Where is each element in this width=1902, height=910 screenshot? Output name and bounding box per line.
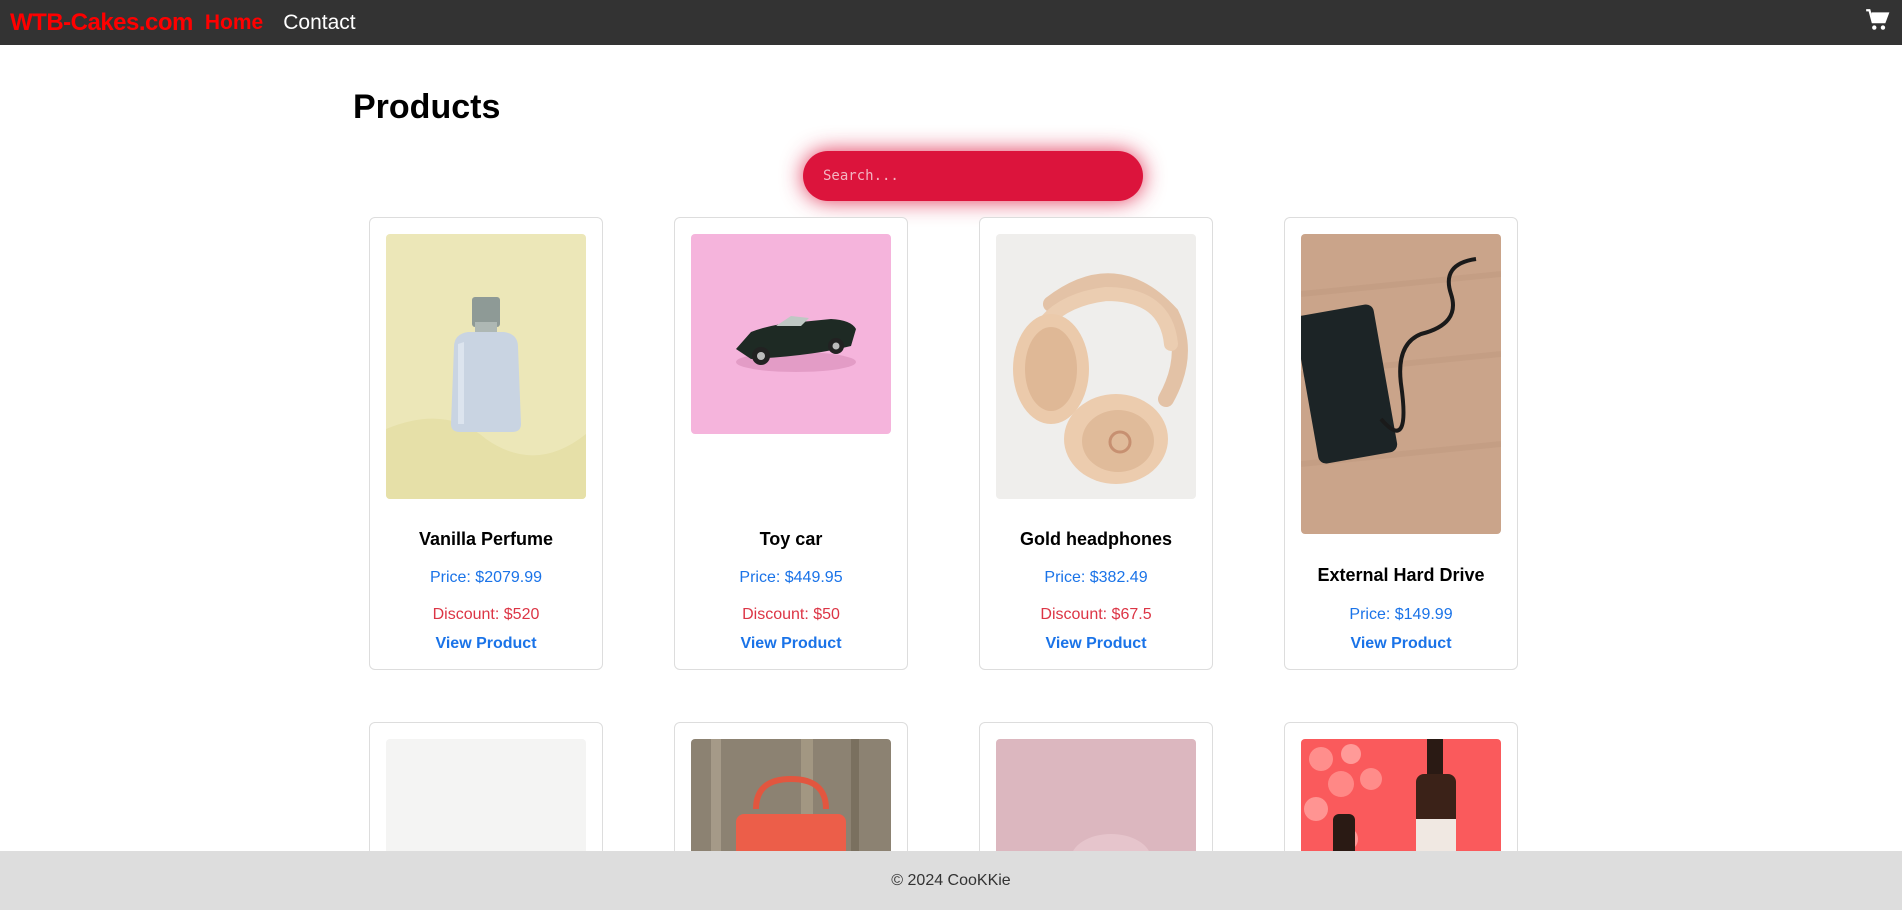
cart-icon[interactable]	[1864, 7, 1890, 33]
product-name: External Hard Drive	[1317, 565, 1485, 585]
product-card: Toy car Price: $449.95 Discount: $50 Vie…	[674, 217, 908, 670]
product-name: Gold headphones	[1019, 529, 1172, 549]
view-product-link[interactable]: View Product	[370, 635, 602, 653]
view-product-link[interactable]: View Product	[675, 635, 907, 653]
product-price: Price: $449.95	[739, 569, 843, 586]
brand-logo[interactable]: WTB-Cakes.com	[10, 9, 193, 37]
nav-link-contact[interactable]: Contact	[283, 11, 355, 35]
product-card: External Hard Drive Price: $149.99 View …	[1284, 217, 1518, 670]
navbar: WTB-Cakes.com Home Contact	[0, 0, 1902, 45]
product-image-perfume[interactable]	[386, 234, 586, 499]
product-price: Price: $382.49	[1044, 569, 1148, 586]
footer-copyright: © 2024 CooKKie	[891, 871, 1011, 889]
product-image[interactable]	[1301, 739, 1501, 869]
product-image-hard-drive[interactable]	[1301, 234, 1501, 534]
product-card: Gold headphones Price: $382.49 Discount:…	[979, 217, 1213, 670]
product-discount: Discount: $50	[742, 606, 840, 623]
product-image[interactable]	[691, 739, 891, 869]
product-discount: Discount: $520	[432, 606, 540, 623]
product-image[interactable]	[386, 739, 586, 869]
page-title: Products	[353, 88, 501, 126]
product-image[interactable]	[996, 739, 1196, 869]
view-product-link[interactable]: View Product	[980, 635, 1212, 653]
product-image-toy-car[interactable]	[691, 234, 891, 434]
product-name: Vanilla Perfume	[418, 529, 554, 549]
search-input[interactable]	[803, 151, 1143, 201]
nav-link-home[interactable]: Home	[205, 11, 263, 35]
product-price: Price: $2079.99	[429, 569, 543, 586]
footer: © 2024 CooKKie	[0, 851, 1902, 910]
product-image-headphones[interactable]	[996, 234, 1196, 499]
product-discount: Discount: $67.5	[1040, 606, 1152, 623]
product-name: Toy car	[759, 529, 823, 549]
product-card: Vanilla Perfume Price: $2079.99 Discount…	[369, 217, 603, 670]
product-price: Price: $149.99	[1349, 606, 1453, 623]
view-product-link[interactable]: View Product	[1285, 635, 1517, 653]
